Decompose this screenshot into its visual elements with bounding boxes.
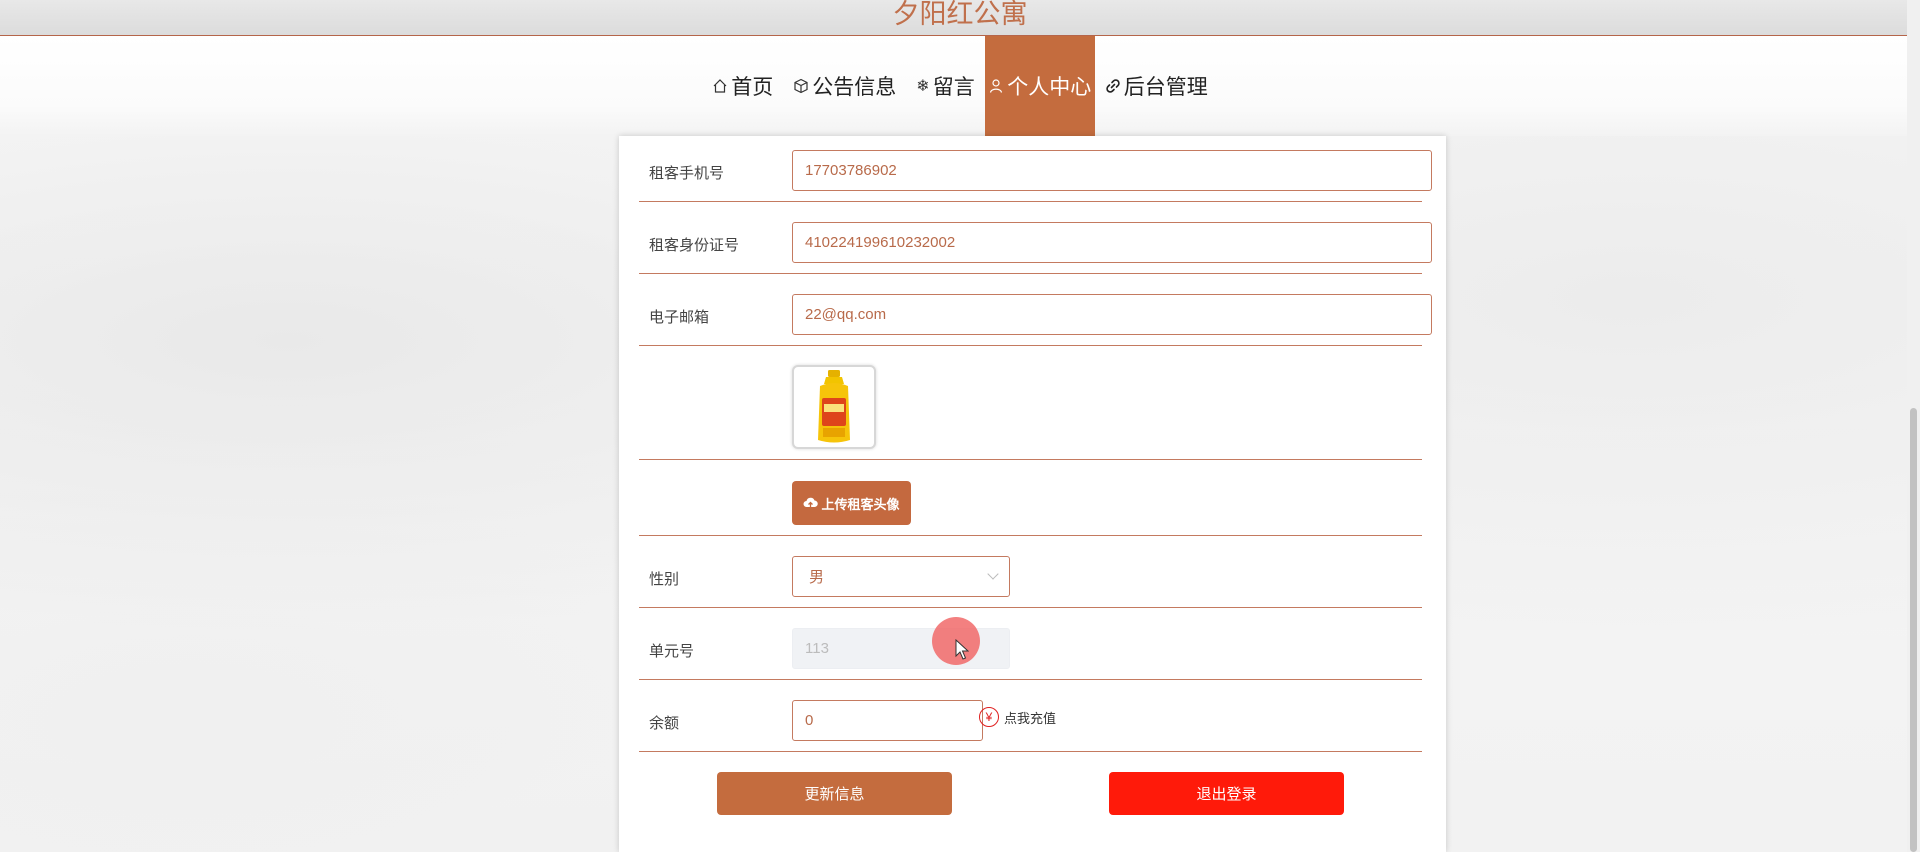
- nav-item-messages[interactable]: ❄ 留言: [906, 36, 984, 136]
- gender-select[interactable]: 男: [792, 556, 1010, 597]
- link-icon: [1105, 78, 1121, 94]
- cursor-pointer-icon: [955, 639, 969, 660]
- id-card-input[interactable]: 410224199610232002: [792, 222, 1432, 263]
- balance-label: 余额: [649, 715, 680, 732]
- form-row-id-card: 租客身份证号 410224199610232002: [639, 202, 1432, 274]
- email-label: 电子邮箱: [649, 309, 710, 326]
- top-title-bar: 夕阳红公寓: [0, 0, 1920, 36]
- update-info-button[interactable]: 更新信息: [717, 772, 952, 815]
- phone-input[interactable]: 17703786902: [792, 150, 1432, 191]
- unit-label: 单元号: [649, 643, 695, 660]
- nav-item-label: 留言: [932, 76, 975, 99]
- gender-label: 性别: [649, 571, 680, 588]
- email-input[interactable]: 22@qq.com: [792, 294, 1432, 335]
- id-card-label: 租客身份证号: [649, 237, 740, 254]
- form-row-balance: 余额 0 ¥ 点我充值: [639, 680, 1422, 752]
- cloud-upload-icon: [803, 496, 819, 511]
- form-row-upload: 上传租客头像: [639, 460, 1422, 536]
- nav-item-label: 后台管理: [1123, 76, 1208, 99]
- form-row-avatar: [639, 346, 1422, 460]
- form-row-email: 电子邮箱 22@qq.com: [639, 274, 1432, 346]
- nav-item-home[interactable]: 首页: [702, 36, 783, 136]
- home-icon: [712, 78, 728, 94]
- chevron-down-icon: [987, 568, 999, 580]
- main-navbar: 首页 公告信息 ❄ 留言 个人中心 后台管理: [0, 36, 1920, 136]
- page-scrollbar[interactable]: [1907, 0, 1920, 852]
- phone-label: 租客手机号: [649, 165, 725, 182]
- nav-list: 首页 公告信息 ❄ 留言 个人中心 后台管理: [0, 36, 1920, 136]
- nav-item-label: 公告信息: [812, 76, 897, 99]
- user-icon: [988, 78, 1004, 94]
- snowflake-icon: ❄: [916, 78, 930, 95]
- oil-bottle-image: [818, 370, 850, 443]
- nav-item-admin[interactable]: 后台管理: [1095, 36, 1218, 136]
- form-row-gender: 性别 男: [639, 536, 1422, 608]
- gender-value: 男: [809, 569, 825, 586]
- upload-avatar-label: 上传租客头像: [821, 496, 900, 512]
- personal-info-panel: 租客手机号 17703786902 租客身份证号 410224199610232…: [619, 136, 1446, 852]
- yen-icon: ¥: [979, 707, 999, 727]
- cube-icon: [793, 78, 809, 94]
- nav-item-notices[interactable]: 公告信息: [783, 36, 906, 136]
- site-title: 夕阳红公寓: [892, 0, 1028, 30]
- logout-button[interactable]: 退出登录: [1109, 772, 1344, 815]
- scrollbar-thumb[interactable]: [1910, 408, 1917, 852]
- avatar-preview[interactable]: [792, 365, 876, 449]
- form-row-phone: 租客手机号 17703786902: [639, 136, 1432, 202]
- nav-item-label: 个人中心: [1007, 76, 1092, 99]
- recharge-link[interactable]: ¥ 点我充值: [979, 707, 1056, 727]
- upload-avatar-button[interactable]: 上传租客头像: [792, 481, 911, 525]
- nav-item-personal-center[interactable]: 个人中心: [984, 36, 1095, 136]
- nav-item-label: 首页: [731, 76, 774, 99]
- form-row-unit: 单元号 113: [639, 608, 1422, 680]
- balance-input[interactable]: 0: [792, 700, 983, 741]
- recharge-label: 点我充值: [1004, 710, 1057, 726]
